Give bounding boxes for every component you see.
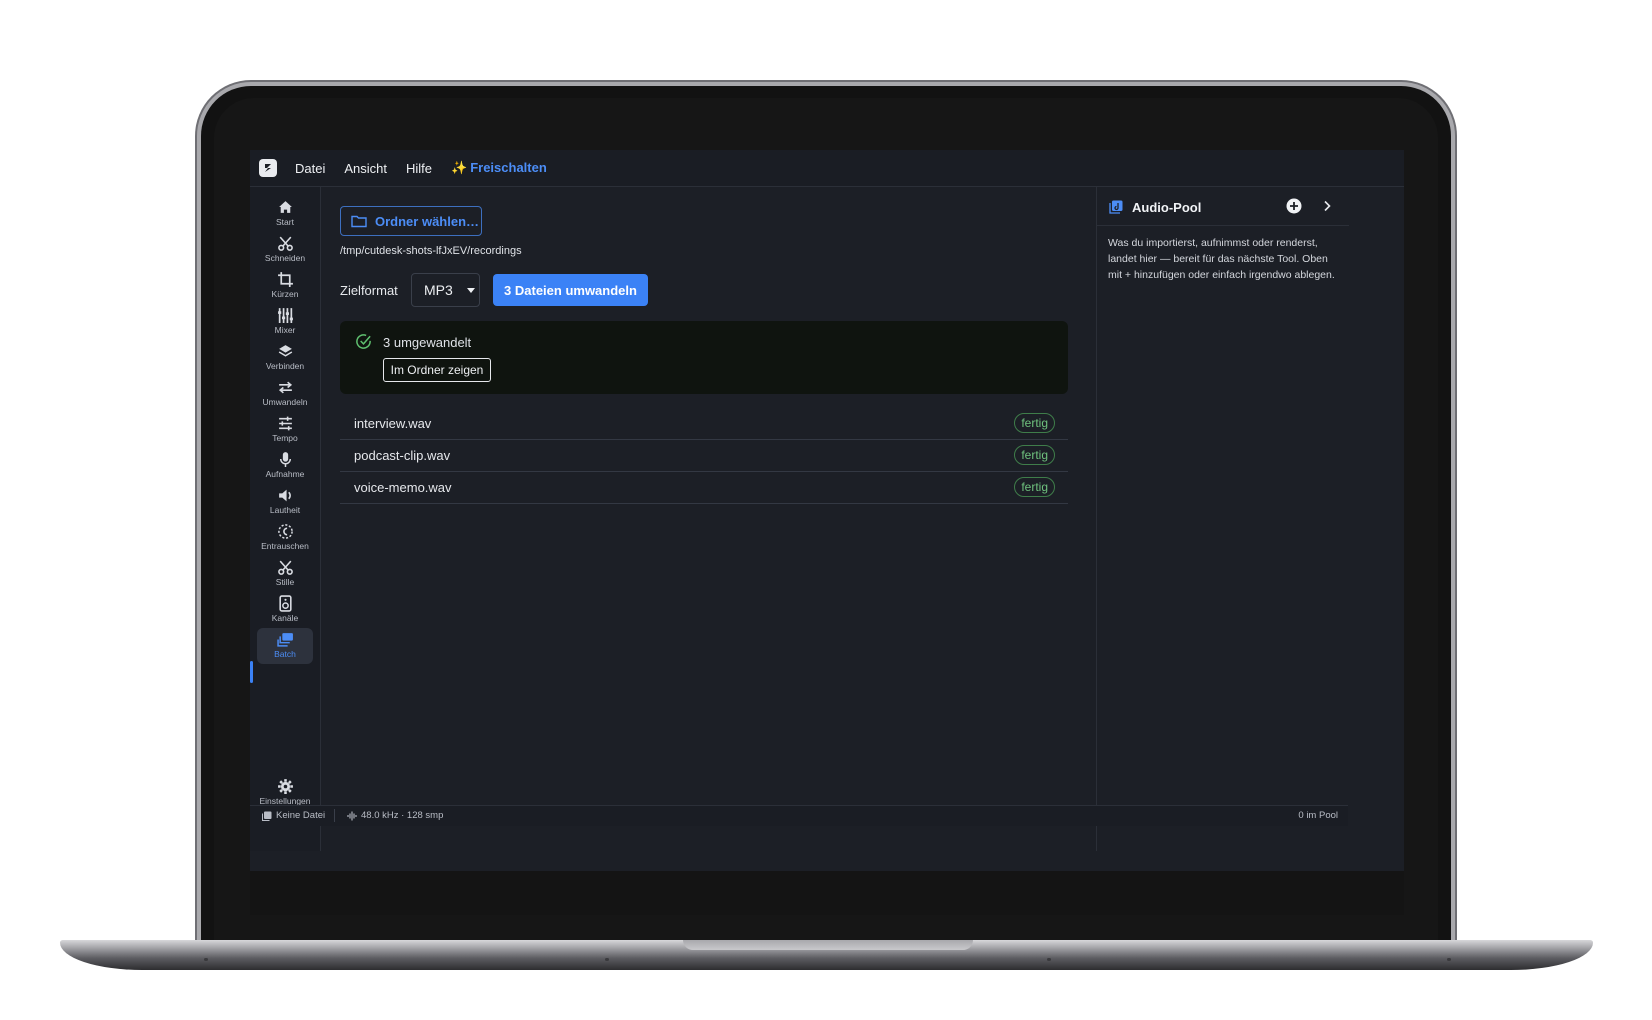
mixer-icon bbox=[277, 308, 293, 323]
sliders-icon bbox=[278, 416, 292, 431]
laptop-foot bbox=[605, 958, 609, 961]
conversion-result: 3 umgewandelt Im Ordner zeigen bbox=[340, 321, 1068, 394]
laptop-foot bbox=[1047, 958, 1051, 961]
batch-icon bbox=[276, 633, 293, 647]
sidebar-item-label: Entrauschen bbox=[261, 541, 309, 551]
convert-files-button[interactable]: 3 Dateien umwandeln bbox=[493, 274, 648, 306]
sidebar-item-label: Verbinden bbox=[265, 361, 305, 371]
menu-freischalten[interactable]: ✨ Freischalten bbox=[451, 160, 547, 176]
scissors-icon bbox=[277, 236, 293, 251]
file-name: voice-memo.wav bbox=[354, 480, 452, 495]
menu-datei[interactable]: Datei bbox=[295, 161, 325, 176]
audio-pool-header: Audio-Pool bbox=[1097, 187, 1349, 226]
folder-icon bbox=[351, 215, 367, 228]
menu-hilfe[interactable]: Hilfe bbox=[406, 161, 432, 176]
chevron-right-icon[interactable] bbox=[1321, 200, 1333, 212]
scissors-icon bbox=[277, 560, 293, 575]
audio-pool-title: Audio-Pool bbox=[1132, 200, 1202, 215]
sidebar-item-label: Batch bbox=[274, 649, 296, 659]
gear-icon bbox=[277, 779, 293, 794]
target-format-select[interactable]: MP3 bbox=[411, 273, 480, 307]
status-sample-rate: 48.0 kHz · 128 smp bbox=[347, 810, 443, 821]
batch-panel: Ordner wählen… /tmp/cutdesk-shots-lfJxEV… bbox=[321, 187, 1095, 851]
sidebar-item-verbinden[interactable]: Verbinden bbox=[257, 342, 313, 378]
file-row: voice-memo.wav fertig bbox=[340, 472, 1068, 504]
audio-pool-panel: Audio-Pool Was du importierst, aufnimmst… bbox=[1096, 187, 1349, 851]
sidebar-item-schneiden[interactable]: Schneiden bbox=[257, 234, 313, 270]
sidebar-item-lautheit[interactable]: Lautheit bbox=[257, 486, 313, 522]
active-indicator bbox=[250, 661, 253, 683]
choose-folder-label: Ordner wählen… bbox=[375, 213, 480, 229]
app-logo bbox=[259, 159, 277, 177]
speaker-box-icon bbox=[278, 595, 292, 612]
status-rate-label: 48.0 kHz · 128 smp bbox=[361, 810, 444, 821]
sidebar-item-label: Schneiden bbox=[264, 253, 306, 263]
format-value: MP3 bbox=[424, 282, 453, 298]
laptop-foot bbox=[1447, 958, 1451, 961]
menu-ansicht[interactable]: Ansicht bbox=[344, 161, 387, 176]
swap-icon bbox=[278, 381, 292, 394]
sidebar-item-label: Tempo bbox=[272, 433, 298, 443]
sidebar-item-label: Kürzen bbox=[271, 289, 299, 299]
sidebar-item-aufnahme[interactable]: Aufnahme bbox=[257, 450, 313, 486]
target-format-label: Zielformat bbox=[340, 283, 398, 298]
file-name: interview.wav bbox=[354, 416, 432, 431]
status-file: Keine Datei bbox=[262, 810, 325, 821]
microphone-icon bbox=[279, 452, 291, 467]
sidebar-item-label: Lautheit bbox=[269, 505, 301, 515]
sidebar-item-kanaele[interactable]: Kanäle bbox=[257, 594, 313, 630]
file-row: interview.wav fertig bbox=[340, 408, 1068, 440]
sidebar-item-batch[interactable]: Batch bbox=[257, 628, 313, 664]
folder-path: /tmp/cutdesk-shots-lfJxEV/recordings bbox=[340, 245, 522, 257]
sidebar-item-entrauschen[interactable]: Entrauschen bbox=[257, 522, 313, 558]
denoise-icon bbox=[277, 524, 293, 539]
add-circle-icon[interactable] bbox=[1286, 198, 1302, 214]
chevron-down-icon bbox=[466, 287, 475, 293]
sidebar-item-label: Umwandeln bbox=[262, 397, 308, 407]
sidebar-item-tempo[interactable]: Tempo bbox=[257, 414, 313, 450]
sidebar-item-label: Start bbox=[276, 217, 294, 227]
sidebar-item-label: Aufnahme bbox=[265, 469, 305, 479]
show-in-folder-button[interactable]: Im Ordner zeigen bbox=[383, 358, 491, 382]
status-badge: fertig bbox=[1014, 413, 1055, 433]
status-badge: fertig bbox=[1014, 477, 1055, 497]
sidebar-item-start[interactable]: Start bbox=[257, 198, 313, 234]
home-icon bbox=[278, 201, 292, 213]
file-row: podcast-clip.wav fertig bbox=[340, 440, 1068, 472]
sidebar: Start Schneiden Kürzen Mixer Verbinden U… bbox=[250, 187, 321, 851]
result-text: 3 umgewandelt bbox=[383, 335, 472, 350]
file-audio-icon bbox=[262, 811, 272, 821]
check-circle-icon bbox=[356, 334, 371, 349]
screen-bezel-bottom bbox=[250, 871, 1404, 915]
waveform-icon bbox=[347, 811, 357, 820]
status-file-label: Keine Datei bbox=[276, 810, 326, 821]
sidebar-item-label: Mixer bbox=[274, 325, 296, 335]
sparkles-icon: ✨ bbox=[451, 160, 468, 175]
status-badge: fertig bbox=[1014, 445, 1055, 465]
sidebar-item-label: Kanäle bbox=[271, 613, 299, 623]
freischalten-label: Freischalten bbox=[470, 160, 547, 175]
sidebar-item-stille[interactable]: Stille bbox=[257, 558, 313, 594]
laptop-foot bbox=[204, 958, 208, 961]
status-pool-count: 0 im Pool bbox=[1298, 810, 1338, 821]
layers-icon bbox=[278, 345, 292, 357]
status-bar: Keine Datei 48.0 kHz · 128 smp 0 im Pool bbox=[250, 805, 1348, 826]
laptop-notch bbox=[683, 940, 973, 950]
audio-pool-description: Was du importierst, aufnimmst oder rende… bbox=[1108, 237, 1335, 281]
sidebar-item-mixer[interactable]: Mixer bbox=[257, 306, 313, 342]
file-name: podcast-clip.wav bbox=[354, 448, 451, 463]
menu-bar: Datei Ansicht Hilfe ✨ Freischalten bbox=[250, 150, 1404, 187]
sidebar-item-label: Stille bbox=[275, 577, 295, 587]
sidebar-item-umwandeln[interactable]: Umwandeln bbox=[257, 378, 313, 414]
status-divider bbox=[334, 809, 335, 822]
crop-icon bbox=[277, 272, 293, 287]
choose-folder-button[interactable]: Ordner wählen… bbox=[340, 206, 482, 236]
app-window: Datei Ansicht Hilfe ✨ Freischalten Start … bbox=[250, 150, 1404, 871]
speaker-icon bbox=[278, 489, 291, 502]
sidebar-item-kuerzen[interactable]: Kürzen bbox=[257, 270, 313, 306]
audio-library-icon bbox=[1109, 200, 1123, 214]
